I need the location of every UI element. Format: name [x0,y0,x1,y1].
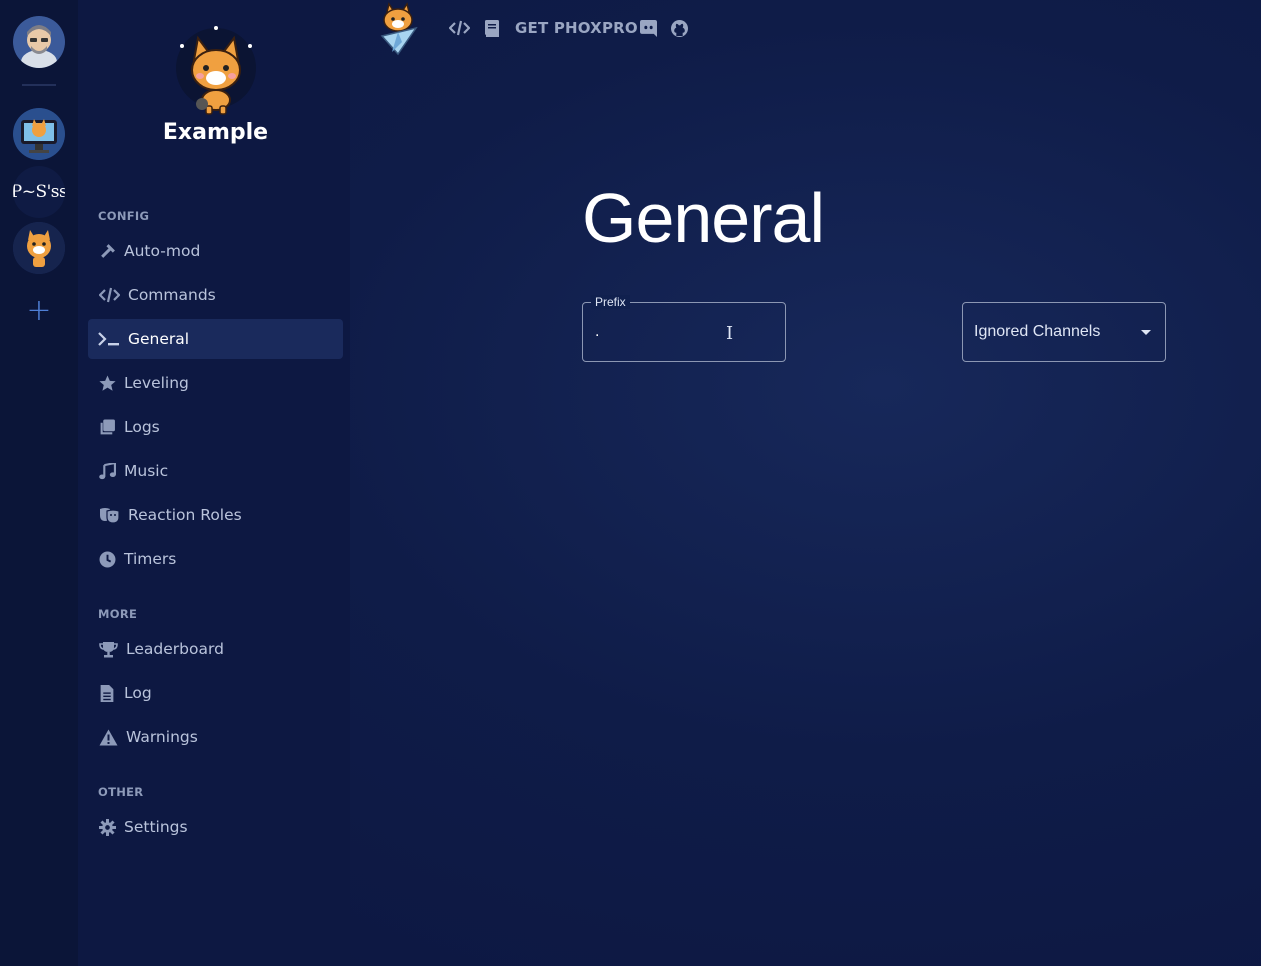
sidebar-item-label: Music [124,462,169,480]
code-link-icon[interactable] [449,17,470,39]
server-icon-fox[interactable] [13,222,65,274]
sidebar-item-warnings[interactable]: Warnings [88,717,343,757]
gear-icon [98,818,116,836]
masks-icon [98,506,120,524]
trophy-icon [98,640,118,658]
ignored-channels-label: Ignored Channels [974,323,1101,340]
app-logo[interactable] [372,2,422,56]
sidebar-item-leveling[interactable]: Leveling [88,363,343,403]
sidebar-item-label: Commands [128,286,216,304]
sidebar-item-leaderboard[interactable]: Leaderboard [88,629,343,669]
sidebar-item-commands[interactable]: Commands [88,275,343,315]
sidebar-item-label: Auto-mod [124,242,201,260]
warning-icon [98,728,118,746]
star-icon [98,374,116,392]
brand-logo [172,24,260,116]
copy-icon [98,418,116,436]
prefix-input[interactable]: . [595,323,599,341]
hammer-icon [98,242,116,260]
sidebar-item-music[interactable]: Music [88,451,343,491]
server-icon-text[interactable]: P~S'ss [13,166,65,218]
sidebar-item-label: Leveling [124,374,189,392]
sidebar-item-reaction-roles[interactable]: Reaction Roles [88,495,343,535]
github-icon[interactable] [671,17,688,39]
sidebar-item-label: Leaderboard [126,640,224,658]
discord-icon[interactable] [640,17,657,39]
sidebar-item-label: Logs [124,418,160,436]
section-label-more: MORE [98,607,138,621]
terminal-icon [98,330,120,348]
rail-divider [22,84,56,86]
user-avatar[interactable] [13,16,65,68]
book-icon[interactable] [485,17,499,39]
section-label-config: CONFIG [98,209,150,223]
sidebar-item-label: Warnings [126,728,198,746]
prefix-label: Prefix [591,295,630,309]
get-pro-link[interactable]: GET PHOXPRO [515,17,638,39]
sidebar-item-general[interactable]: General [88,319,343,359]
sidebar-item-label: Settings [124,818,188,836]
prefix-field[interactable]: Prefix . I [582,295,786,362]
text-cursor-icon: I [726,323,734,344]
ignored-channels-select[interactable]: Ignored Channels [962,302,1166,362]
server-icon-fox-computer[interactable] [13,108,65,160]
server-initials: P~S'ss [13,182,65,202]
file-icon [98,684,116,702]
sidebar-item-auto-mod[interactable]: Auto-mod [88,231,343,271]
sidebar-item-timers[interactable]: Timers [88,539,343,579]
section-label-other: OTHER [98,785,144,799]
clock-icon [98,550,116,568]
sidebar-item-log[interactable]: Log [88,673,343,713]
server-rail: P~S'ss + [0,0,78,966]
sidebar-item-logs[interactable]: Logs [88,407,343,447]
add-server-icon[interactable]: + [26,296,52,326]
sidebar-item-settings[interactable]: Settings [88,807,343,847]
brand-name: Example [162,120,269,145]
page-title: General [582,179,825,257]
sidebar-item-label: Timers [124,550,177,568]
sidebar-item-label: Log [124,684,152,702]
code-icon [98,286,120,304]
sidebar-item-label: General [128,330,190,348]
sidebar-item-label: Reaction Roles [128,506,242,524]
chevron-down-icon[interactable] [1141,330,1151,335]
music-icon [98,462,116,480]
